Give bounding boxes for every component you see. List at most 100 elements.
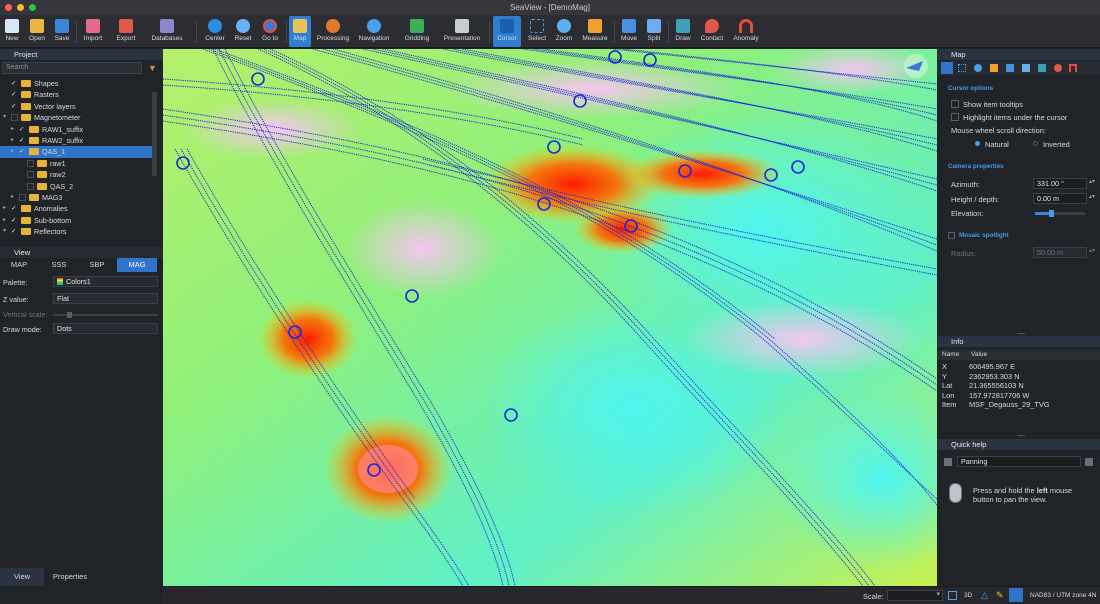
pencil-icon[interactable]: ✎ bbox=[996, 590, 1004, 601]
visibility-checkbox[interactable] bbox=[27, 182, 34, 190]
3d-view-button[interactable]: 3D bbox=[964, 592, 972, 599]
zoom-window-button[interactable] bbox=[29, 4, 36, 11]
tree-scrollbar[interactable] bbox=[152, 92, 157, 176]
tree-item[interactable]: ✓ Rasters bbox=[0, 89, 152, 100]
anomaly-button[interactable]: Anomaly bbox=[730, 16, 762, 47]
radius-stepper[interactable]: ▴▾ bbox=[1089, 247, 1095, 254]
measure-mode-icon[interactable] bbox=[990, 64, 998, 72]
tree-item[interactable]: ▸ ✓ Anomalies bbox=[0, 203, 152, 214]
tree-item[interactable]: ▸ ✓ RAW1_suffix bbox=[0, 124, 152, 135]
height-stepper[interactable]: ▴▾ bbox=[1089, 193, 1095, 200]
tree-item[interactable]: ▸ MAG3 bbox=[0, 192, 152, 203]
tab-sss[interactable]: SSS bbox=[40, 258, 78, 272]
elevation-slider[interactable] bbox=[1035, 210, 1085, 217]
goto-button[interactable]: Go to bbox=[258, 16, 282, 47]
gridding-button[interactable]: Gridding bbox=[401, 16, 433, 47]
visibility-checkbox[interactable] bbox=[19, 194, 26, 201]
azimuth-input[interactable]: 331.00 ° bbox=[1033, 178, 1087, 189]
tab-mag[interactable]: MAG bbox=[117, 258, 157, 272]
filter-icon[interactable]: ▼ bbox=[148, 63, 157, 73]
visibility-checkbox[interactable]: ✓ bbox=[11, 217, 18, 224]
tree-item[interactable]: ▾ ✓ Reflectors bbox=[0, 226, 152, 237]
expand-arrow-icon[interactable]: ▸ bbox=[3, 203, 6, 214]
processing-button[interactable]: Processing bbox=[314, 16, 352, 47]
triangle-icon[interactable]: △ bbox=[981, 590, 988, 601]
visibility-checkbox[interactable]: ✓ bbox=[11, 103, 18, 110]
splitter-handle[interactable] bbox=[1017, 333, 1025, 334]
move-mode-icon[interactable] bbox=[1006, 64, 1014, 72]
compass-widget[interactable] bbox=[904, 54, 928, 78]
inverted-radio[interactable] bbox=[1033, 141, 1038, 146]
split-button[interactable]: Split bbox=[643, 16, 665, 47]
measure-button[interactable]: Measure bbox=[579, 16, 611, 47]
drawmode-select[interactable]: Dots bbox=[53, 323, 158, 334]
reset-button[interactable]: Reset bbox=[231, 16, 255, 47]
visibility-checkbox[interactable] bbox=[27, 159, 34, 167]
azimuth-stepper[interactable]: ▴▾ bbox=[1089, 178, 1095, 185]
spotlight-checkbox[interactable] bbox=[948, 232, 955, 239]
import-button[interactable]: Import bbox=[80, 16, 106, 47]
quickhelp-next-button[interactable] bbox=[1085, 458, 1093, 466]
cursor-button[interactable]: Cursor bbox=[493, 16, 521, 47]
draw-button[interactable]: Draw bbox=[672, 16, 694, 47]
contact-mode-icon[interactable] bbox=[1054, 64, 1062, 72]
tab-properties[interactable]: Properties bbox=[44, 568, 96, 586]
highlight-checkbox[interactable] bbox=[951, 113, 959, 121]
quickhelp-prev-button[interactable] bbox=[944, 458, 952, 466]
splitter-handle[interactable] bbox=[1017, 435, 1025, 436]
tree-item[interactable]: QAS_2 bbox=[0, 181, 152, 192]
visibility-checkbox[interactable]: ✓ bbox=[19, 148, 26, 155]
expand-arrow-icon[interactable]: ▾ bbox=[3, 112, 6, 123]
tree-item[interactable]: ✓ Shapes bbox=[0, 78, 152, 89]
visibility-checkbox[interactable]: ✓ bbox=[11, 205, 18, 212]
show-tooltips-checkbox[interactable] bbox=[951, 100, 959, 108]
zoom-button[interactable]: Zoom bbox=[553, 16, 575, 47]
databases-button[interactable]: Databases bbox=[148, 16, 186, 47]
cursor-mode-icon[interactable] bbox=[941, 62, 953, 74]
visibility-checkbox[interactable]: ✓ bbox=[19, 137, 26, 144]
2d-view-icon[interactable] bbox=[948, 591, 957, 600]
export-button[interactable]: Export bbox=[113, 16, 139, 47]
tab-map[interactable]: MAP bbox=[0, 258, 38, 272]
magnetic-anomaly-map[interactable] bbox=[163, 49, 937, 586]
tree-item[interactable]: ▸ ✓ QAS_1 bbox=[0, 146, 152, 158]
expand-arrow-icon[interactable]: ▾ bbox=[3, 226, 6, 237]
move-button[interactable]: Move bbox=[618, 16, 640, 47]
tree-item[interactable]: ▸ ✓ Sub-bottom bbox=[0, 215, 152, 226]
contact-button[interactable]: Contact bbox=[698, 16, 726, 47]
minimize-window-button[interactable] bbox=[17, 4, 24, 11]
expand-arrow-icon[interactable]: ▸ bbox=[3, 215, 6, 226]
visibility-checkbox[interactable]: ✓ bbox=[11, 91, 18, 98]
elevation-handle[interactable] bbox=[1049, 210, 1054, 217]
height-input[interactable]: 0.00 m bbox=[1033, 193, 1087, 204]
open-button[interactable]: Open bbox=[26, 16, 48, 47]
visibility-checkbox[interactable]: ✓ bbox=[11, 80, 18, 87]
tree-item[interactable]: ▾ Magnetometer bbox=[0, 112, 152, 123]
navigation-button[interactable]: Navigation bbox=[356, 16, 392, 47]
visibility-checkbox[interactable]: ✓ bbox=[11, 228, 18, 235]
presentation-button[interactable]: Presentation bbox=[441, 16, 483, 47]
map-canvas[interactable] bbox=[163, 49, 937, 586]
slider-handle[interactable] bbox=[67, 312, 72, 318]
palette-select[interactable]: Colors1 bbox=[53, 276, 158, 287]
draw-mode-icon[interactable] bbox=[1038, 64, 1046, 72]
quickhelp-topic-select[interactable]: Panning bbox=[957, 456, 1081, 467]
tree-item[interactable]: ▸ ✓ RAW2_suffix bbox=[0, 135, 152, 146]
tree-item[interactable]: raw1 bbox=[0, 158, 152, 169]
zvalue-select[interactable]: Flat bbox=[53, 293, 158, 304]
tree-item[interactable]: raw2 bbox=[0, 169, 152, 180]
tree-item[interactable]: ✓ Vector layers bbox=[0, 101, 152, 112]
center-button[interactable]: Center bbox=[202, 16, 228, 47]
expand-arrow-icon[interactable]: ▸ bbox=[11, 135, 14, 146]
visibility-checkbox[interactable] bbox=[27, 171, 34, 179]
split-mode-icon[interactable] bbox=[1022, 64, 1030, 72]
anomaly-mode-icon[interactable] bbox=[1069, 64, 1077, 72]
vertical-scale-slider[interactable] bbox=[53, 312, 158, 318]
new-button[interactable]: New bbox=[2, 16, 22, 47]
map-button[interactable]: Map bbox=[289, 16, 311, 47]
radius-input[interactable]: 50.00 m bbox=[1033, 247, 1087, 258]
project-search-input[interactable]: Search bbox=[2, 62, 142, 74]
expand-arrow-icon[interactable]: ▸ bbox=[11, 192, 14, 203]
expand-arrow-icon[interactable]: ▸ bbox=[11, 124, 14, 135]
visibility-checkbox[interactable]: ✓ bbox=[19, 126, 26, 133]
